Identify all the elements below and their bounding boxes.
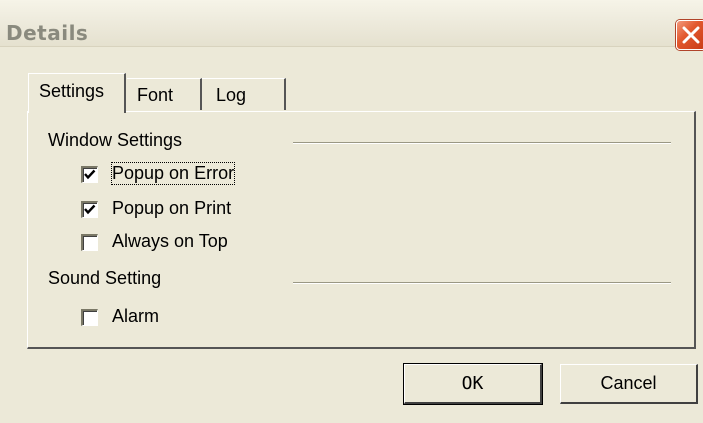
window-settings-heading: Window Settings [48, 130, 183, 150]
checkbox-box[interactable] [81, 166, 98, 183]
popup-on-error-label: Popup on Error [110, 162, 236, 185]
details-dialog: Details Window Settings Popup on Error P… [0, 0, 703, 423]
tab-settings[interactable]: Settings [28, 73, 126, 113]
cancel-button-label: Cancel [600, 373, 657, 393]
tab-panel-settings: Window Settings Popup on Error Popup on … [27, 111, 696, 349]
tab-log[interactable]: Log [202, 78, 286, 110]
checkmark-icon [84, 204, 96, 215]
tab-font[interactable]: Font [127, 78, 202, 110]
window-title: Details [6, 21, 89, 45]
alarm-label: Alarm [112, 306, 160, 326]
title-bar[interactable]: Details [0, 0, 703, 50]
checkbox-box[interactable] [81, 309, 98, 326]
cancel-button[interactable]: Cancel [560, 364, 698, 404]
window-settings-divider [293, 142, 671, 144]
checkbox-box[interactable] [81, 234, 98, 251]
popup-on-print-label: Popup on Print [112, 198, 232, 218]
sound-setting-heading: Sound Setting [48, 268, 162, 288]
close-icon [682, 26, 700, 44]
sound-setting-divider [293, 282, 671, 284]
ok-button-label: OK [461, 373, 484, 394]
close-button[interactable] [676, 20, 703, 50]
checkmark-icon [84, 169, 96, 180]
ok-button[interactable]: OK [404, 364, 542, 404]
always-on-top-label: Always on Top [112, 231, 228, 251]
checkbox-box[interactable] [81, 201, 98, 218]
